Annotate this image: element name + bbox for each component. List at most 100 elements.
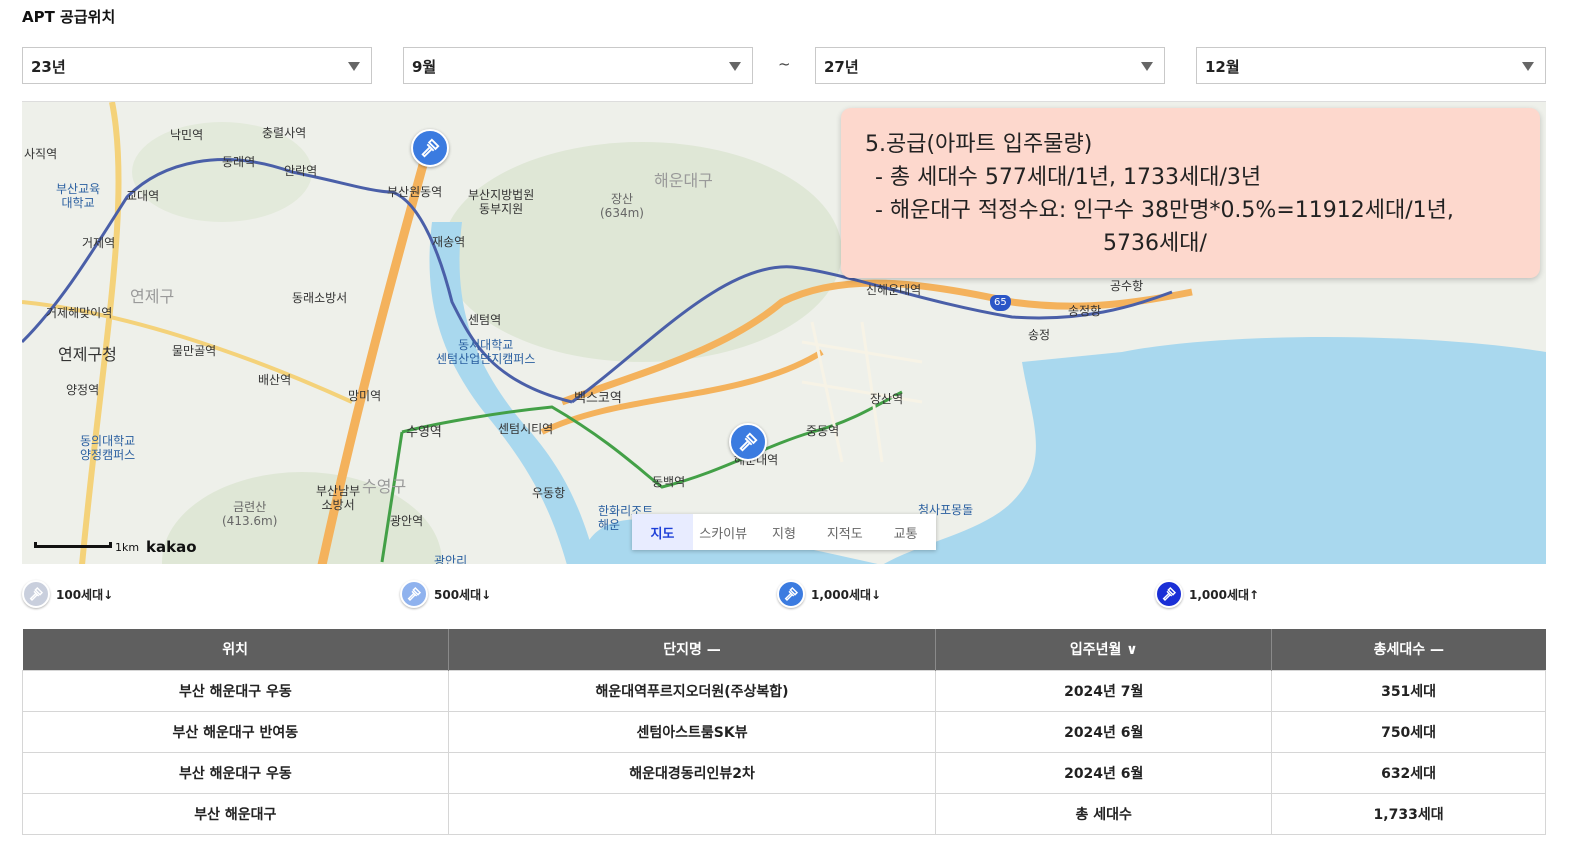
cell-location: 부산 해운대구 우동 bbox=[22, 751, 449, 794]
page-title: APT 공급위치 bbox=[22, 8, 116, 26]
map-label-geoje-haemaji: 거제해맞이역 bbox=[46, 306, 113, 320]
map-label-geumryeonsan: 금련산 (413.6m) bbox=[222, 500, 278, 528]
cell-location: 부산 해운대구 우동 bbox=[22, 669, 449, 712]
cell-complex-name bbox=[447, 792, 937, 835]
map-label-mangmi: 망미역 bbox=[348, 389, 382, 403]
map-label-songjeong-port: 송정항 bbox=[1068, 304, 1102, 318]
table-row: 부산 해운대구 우동 해운대경동리인뷰2차 2024년 6월 632세대 bbox=[22, 751, 1546, 794]
header-total-households[interactable]: 총세대수 — bbox=[1271, 629, 1546, 670]
map-label-busan-edu-univ: 부산교육 대학교 bbox=[56, 182, 101, 210]
gavel-icon bbox=[400, 580, 428, 608]
map-label-gyodae: 교대역 bbox=[126, 189, 160, 203]
callout-line-demand-cont: 5736세대/ bbox=[1103, 231, 1207, 256]
chevron-down-icon bbox=[1522, 62, 1534, 71]
map-label-suyeong: 수영역 bbox=[406, 425, 442, 440]
map-type-tabs: 지도 스카이뷰 지형 지적도 교통 bbox=[632, 514, 936, 550]
tab-skyview[interactable]: 스카이뷰 bbox=[693, 514, 754, 550]
map-label-dongbaek: 동백역 bbox=[652, 475, 686, 489]
cell-total-label: 총 세대수 bbox=[935, 792, 1273, 835]
callout-title: 5.공급(아파트 입주물량) bbox=[865, 132, 1093, 157]
table-header-row: 위치 단지명 — 입주년월 ∨ 총세대수 — bbox=[22, 629, 1546, 670]
map-label-anrak: 안락역 bbox=[284, 164, 318, 178]
map-label-chungnyeol: 충렬사역 bbox=[262, 126, 307, 140]
cell-move-in-date: 2024년 7월 bbox=[935, 669, 1273, 712]
tab-traffic[interactable]: 교통 bbox=[875, 514, 936, 550]
header-location: 위치 bbox=[22, 629, 449, 670]
map-pin-centum[interactable] bbox=[411, 129, 449, 167]
table-row: 부산 해운대구 우동 해운대역푸르지오더원(주상복합) 2024년 7월 351… bbox=[22, 669, 1546, 712]
chevron-down-icon bbox=[1141, 62, 1153, 71]
map-label-fire-station: 동래소방서 bbox=[292, 291, 348, 305]
cell-location: 부산 해운대구 bbox=[22, 792, 449, 835]
legend-label: 100세대↓ bbox=[56, 587, 114, 602]
map-label-sajik: 사직역 bbox=[24, 147, 58, 161]
legend-500: 500세대↓ bbox=[400, 580, 491, 608]
map-label-bexco: 벡스코역 bbox=[574, 391, 622, 406]
map-label-geoje: 거제역 bbox=[82, 236, 116, 250]
gavel-icon bbox=[777, 580, 805, 608]
map-label-dongseo-univ: 동서대학교 센텀산업단지캠퍼스 bbox=[436, 338, 536, 366]
supply-callout: 5.공급(아파트 입주물량) - 총 세대수 577세대/1년, 1733세대/… bbox=[841, 108, 1540, 278]
end-year-select[interactable]: 27년 bbox=[815, 47, 1165, 84]
map-label-uddong-port: 우동항 bbox=[532, 486, 566, 500]
cell-complex-name: 해운대역푸르지오더원(주상복합) bbox=[447, 669, 937, 712]
map-label-baesan: 배산역 bbox=[258, 373, 292, 387]
tab-cadastral[interactable]: 지적도 bbox=[814, 514, 875, 550]
chevron-down-icon bbox=[729, 62, 741, 71]
map-label-gwangalli: 광안리 bbox=[434, 554, 468, 564]
gavel-icon bbox=[421, 138, 440, 158]
end-year-value: 27년 bbox=[824, 58, 859, 76]
supply-table: 위치 단지명 — 입주년월 ∨ 총세대수 — 부산 해운대구 우동 해운대역푸르… bbox=[22, 629, 1546, 835]
cell-location: 부산 해운대구 반여동 bbox=[22, 710, 449, 753]
tab-terrain[interactable]: 지형 bbox=[754, 514, 815, 550]
map-label-suyeong-gu: 수영구 bbox=[362, 477, 407, 496]
start-month-select[interactable]: 9월 bbox=[403, 47, 753, 84]
callout-line-demand: - 해운대구 적정수요: 인구수 38만명*0.5%=11912세대/1년, bbox=[875, 198, 1454, 223]
cell-complex-name: 센텀아스트룸SK뷰 bbox=[447, 710, 937, 753]
header-move-in-date[interactable]: 입주년월 ∨ bbox=[935, 629, 1273, 670]
map-label-gwangan: 광안역 bbox=[390, 514, 424, 528]
gavel-icon bbox=[1155, 580, 1183, 608]
end-month-select[interactable]: 12월 bbox=[1196, 47, 1546, 84]
chevron-down-icon bbox=[348, 62, 360, 71]
legend-label: 1,000세대↓ bbox=[811, 587, 882, 602]
map-pin-haeundae[interactable] bbox=[729, 423, 767, 461]
callout-line-total: - 총 세대수 577세대/1년, 1733세대/3년 bbox=[875, 165, 1262, 190]
legend-100: 100세대↓ bbox=[22, 580, 113, 608]
map-label-mulmangol: 물만골역 bbox=[172, 344, 217, 358]
end-month-value: 12월 bbox=[1205, 58, 1240, 76]
map-label-nakmin: 낙민역 bbox=[170, 128, 204, 142]
legend-1000-under: 1,000세대↓ bbox=[777, 580, 881, 608]
map-label-songjeong: 송정 bbox=[1028, 328, 1051, 342]
scale-bar bbox=[34, 542, 112, 548]
kakao-logo: kakao bbox=[146, 538, 197, 556]
range-separator: ~ bbox=[778, 55, 791, 73]
table-total-row: 부산 해운대구 총 세대수 1,733세대 bbox=[22, 792, 1546, 835]
legend-1000-over: 1,000세대↑ bbox=[1155, 580, 1259, 608]
start-month-value: 9월 bbox=[412, 58, 437, 76]
header-complex-name[interactable]: 단지명 — bbox=[448, 629, 937, 670]
start-year-select[interactable]: 23년 bbox=[22, 47, 372, 84]
tab-map[interactable]: 지도 bbox=[632, 514, 693, 550]
map-label-yangjeong: 양정역 bbox=[66, 383, 100, 397]
map-label-centum: 센텀역 bbox=[468, 313, 502, 327]
highway-shield-icon: 65 bbox=[990, 295, 1011, 311]
map-label-centum-city: 센텀시티역 bbox=[498, 422, 554, 436]
map-label-yeonje-office: 연제구청 bbox=[58, 345, 117, 364]
cell-move-in-date: 2024년 6월 bbox=[935, 751, 1273, 794]
table-row: 부산 해운대구 반여동 센텀아스트룸SK뷰 2024년 6월 750세대 bbox=[22, 710, 1546, 753]
cell-total-households: 1,733세대 bbox=[1271, 792, 1546, 835]
map-label-gongsu: 공수항 bbox=[1110, 279, 1144, 293]
gavel-icon bbox=[739, 432, 758, 452]
cell-move-in-date: 2024년 6월 bbox=[935, 710, 1273, 753]
map-label-jangsan-station: 장산역 bbox=[870, 392, 904, 406]
cell-households: 750세대 bbox=[1271, 710, 1546, 753]
map-label-yeonje-gu: 연제구 bbox=[130, 287, 175, 306]
map-label-dongnae: 동래역 bbox=[222, 155, 256, 169]
map-label-jangsan-mt: 장산 (634m) bbox=[600, 192, 644, 220]
legend-label: 1,000세대↑ bbox=[1189, 587, 1260, 602]
gavel-icon bbox=[22, 580, 50, 608]
map-label-jaesong: 재송역 bbox=[432, 235, 466, 249]
legend-label: 500세대↓ bbox=[434, 587, 492, 602]
map-label-haeundae-gu: 해운대구 bbox=[654, 171, 713, 190]
